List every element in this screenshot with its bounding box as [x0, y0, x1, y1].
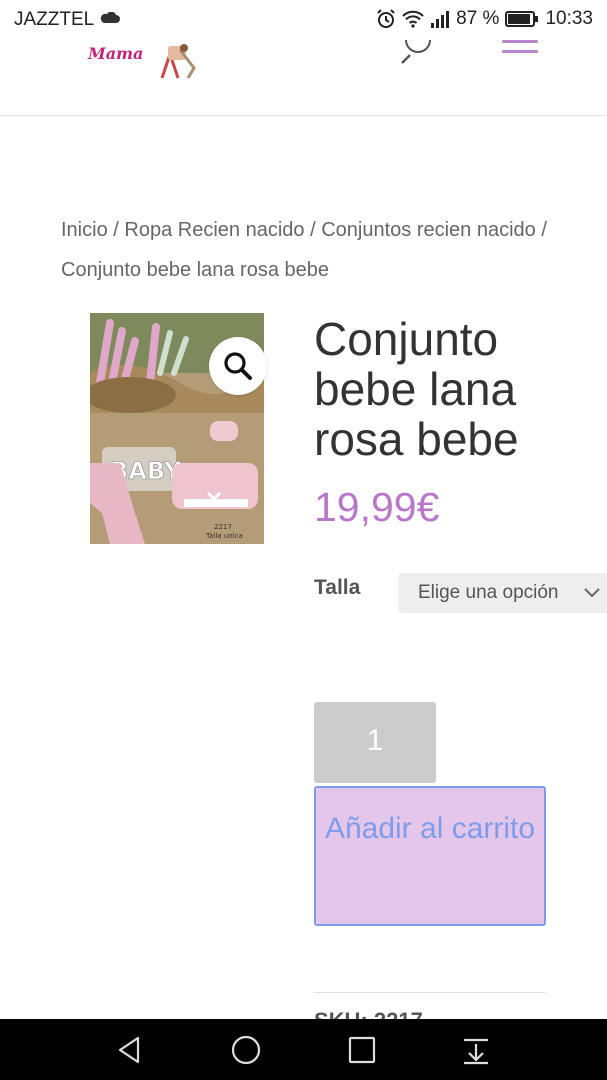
cloud-icon — [100, 12, 120, 23]
search-icon — [401, 39, 431, 64]
menu-button[interactable] — [502, 40, 538, 60]
recents-square-icon — [348, 1036, 376, 1064]
product-price: 19,99€ — [314, 484, 440, 530]
add-to-cart-label: Añadir al carrito — [324, 812, 536, 845]
talla-select[interactable]: Elige una opción — [398, 573, 607, 613]
back-triangle-icon — [118, 1036, 140, 1064]
product-title: Conjunto bebe lana rosa bebe — [314, 313, 519, 465]
breadcrumb-link-conjuntos-recien-nacido[interactable]: Conjuntos recien nacido — [321, 219, 536, 241]
breadcrumb-link-inicio[interactable]: Inicio — [61, 219, 108, 241]
clock: 10:33 — [545, 8, 593, 29]
quantity-input[interactable]: 1 — [314, 702, 436, 783]
product-meta-divider — [314, 992, 546, 993]
carrier-name: JAZZTEL — [14, 9, 95, 30]
image-code-text: 2217 — [214, 523, 232, 531]
status-icons: 87 % 10:33 — [376, 8, 593, 30]
android-nav-bar — [0, 1019, 607, 1080]
alarm-icon — [377, 9, 395, 28]
battery-percent: 87 % — [456, 8, 500, 29]
wifi-icon — [402, 10, 424, 28]
chevron-down-icon — [584, 588, 600, 598]
magnifier-icon — [224, 352, 252, 380]
nav-recents-button[interactable] — [346, 1034, 378, 1066]
image-size-note: Talla unica — [205, 532, 243, 540]
nav-back-button[interactable] — [114, 1034, 146, 1066]
talla-label: Talla — [314, 576, 361, 599]
site-header: Mama — [0, 30, 607, 116]
breadcrumb: Inicio / Ropa Recien nacido / Conjuntos … — [61, 210, 551, 290]
logo-text: Mama — [88, 44, 144, 63]
logo-figure-icon — [160, 44, 196, 79]
zoom-button[interactable] — [209, 337, 267, 395]
battery-icon — [505, 11, 539, 27]
breadcrumb-current: Conjunto bebe lana rosa bebe — [61, 259, 329, 281]
site-logo[interactable]: Mama — [86, 36, 200, 84]
breadcrumb-link-ropa-recien-nacido[interactable]: Ropa Recien nacido — [124, 219, 304, 241]
add-to-cart-button[interactable]: Añadir al carrito — [314, 786, 546, 926]
talla-select-value: Elige una opción — [418, 582, 559, 603]
quantity-value: 1 — [366, 724, 384, 757]
home-circle-icon — [231, 1035, 261, 1065]
search-button[interactable] — [398, 36, 434, 66]
hamburger-icon — [502, 40, 538, 43]
signal-icon — [431, 11, 450, 28]
nav-home-button[interactable] — [230, 1034, 262, 1066]
pull-down-icon — [464, 1038, 488, 1065]
hamburger-icon-bar — [502, 50, 538, 53]
breadcrumb-separator: / — [113, 219, 119, 241]
nav-notifications-button[interactable] — [460, 1034, 492, 1066]
breadcrumb-separator: / — [310, 219, 316, 241]
breadcrumb-separator: / — [541, 219, 547, 241]
